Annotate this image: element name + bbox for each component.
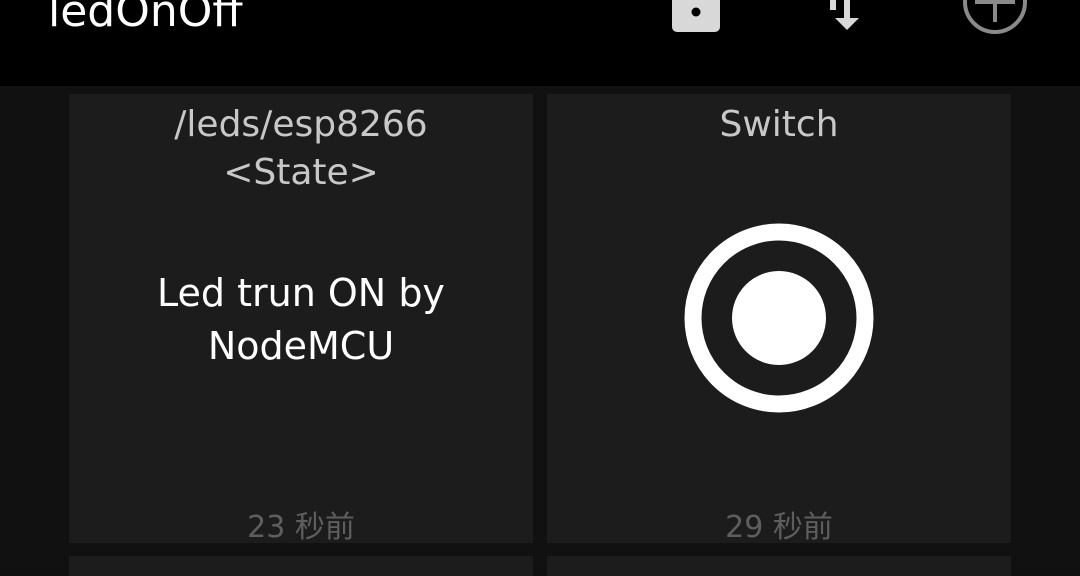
switch-tile[interactable]: Switch 29 秒前 — [547, 94, 1011, 545]
radio-button-on-icon[interactable] — [684, 223, 874, 413]
tile-title: /leds/esp8266 — [174, 104, 428, 145]
sync-icon[interactable] — [820, 0, 870, 34]
tile-value-line2: NodeMCU — [207, 324, 395, 368]
app-bar: ledOnOff — [0, 0, 1080, 86]
lock-icon[interactable] — [670, 0, 722, 36]
add-circle-icon[interactable] — [960, 0, 1030, 40]
tile-value-line1: Led trun ON by — [157, 271, 445, 315]
dashboard-grid: /leds/esp8266 <State> Led trun ON by Nod… — [0, 86, 1080, 576]
tile-timestamp: 29 秒前 — [725, 510, 833, 545]
text-tile[interactable]: /leds/esp8266 <State> Led trun ON by Nod… — [69, 94, 533, 545]
tile-title: Switch — [719, 104, 839, 145]
tile-partial[interactable] — [547, 556, 1011, 576]
tile-timestamp: 23 秒前 — [247, 510, 355, 545]
tile-partial[interactable] — [69, 556, 533, 576]
app-title: ledOnOff — [48, 0, 243, 37]
tile-subtitle: <State> — [223, 152, 379, 193]
